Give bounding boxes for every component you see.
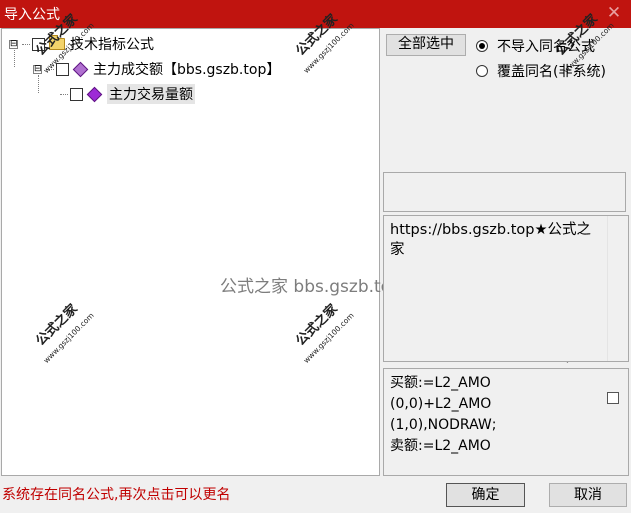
cancel-button[interactable]: 取消 [549,483,627,507]
radio-skip-label: 不导入同名公式 [497,39,595,55]
code-line: 卖额:=L2_AMO [390,438,491,454]
radio-skip-duplicates[interactable]: 不导入同名公式 [476,36,595,56]
group-checkbox[interactable] [56,62,69,76]
center-watermark: 公式之家 bbs.gszb.top [220,277,402,297]
description-text: https://bbs.gszb.top★公式之家 [390,222,591,258]
description-scrollbar[interactable] [607,216,628,361]
tree-connector [60,93,68,95]
tree-node-label: 主力成交额【bbs.gszb.top】 [93,62,281,78]
title-bar: 导入公式 ✕ [0,0,631,28]
select-all-button[interactable]: 全部选中 [386,34,466,56]
code-checkbox[interactable] [607,392,619,404]
tree-node-root[interactable]: ⊟ 技术指标公式 [9,34,154,54]
tree-connector [46,68,54,70]
tree-node-label: 主力交易量额 [107,84,195,104]
radio-overwrite-duplicates[interactable]: 覆盖同名(非系统) [476,61,606,81]
code-line: (0,0)+L2_AMO [390,396,492,412]
collapse-icon[interactable]: ⊟ [33,64,42,74]
tree-node-leaf[interactable]: 主力交易量额 [60,84,195,104]
close-icon[interactable]: ✕ [605,3,623,23]
radio-overwrite-label: 覆盖同名(非系统) [497,64,606,80]
tree-node-group[interactable]: ⊟ 主力成交额【bbs.gszb.top】 [33,59,280,79]
formula-icon [86,86,103,102]
root-checkbox[interactable] [32,37,45,51]
formula-code-box[interactable]: 买额:=L2_AMO (0,0)+L2_AMO (1,0),NODRAW; 卖额… [383,368,629,476]
tree-connector [22,43,30,45]
radio-skip-icon[interactable] [476,40,488,52]
window-title: 导入公式 [4,7,60,23]
code-line: (1,0),NODRAW; [390,417,497,433]
formula-group-icon [72,61,89,77]
code-line: 买额:=L2_AMO [390,375,491,391]
leaf-checkbox[interactable] [70,87,83,101]
tree-node-label: 技术指标公式 [70,37,154,53]
formula-tree: ⊟ 技术指标公式 ⊟ 主力成交额【bbs.gszb.top】 主力交易量额 公式… [1,28,402,476]
description-box[interactable]: https://bbs.gszb.top★公式之家 [383,215,629,362]
ok-button[interactable]: 确定 [446,483,525,507]
status-message: 系统存在同名公式,再次点击可以更名 [2,487,231,503]
folder-icon [49,35,65,50]
name-field[interactable] [383,172,626,212]
radio-overwrite-icon[interactable] [476,65,488,77]
collapse-icon[interactable]: ⊟ [9,39,18,49]
